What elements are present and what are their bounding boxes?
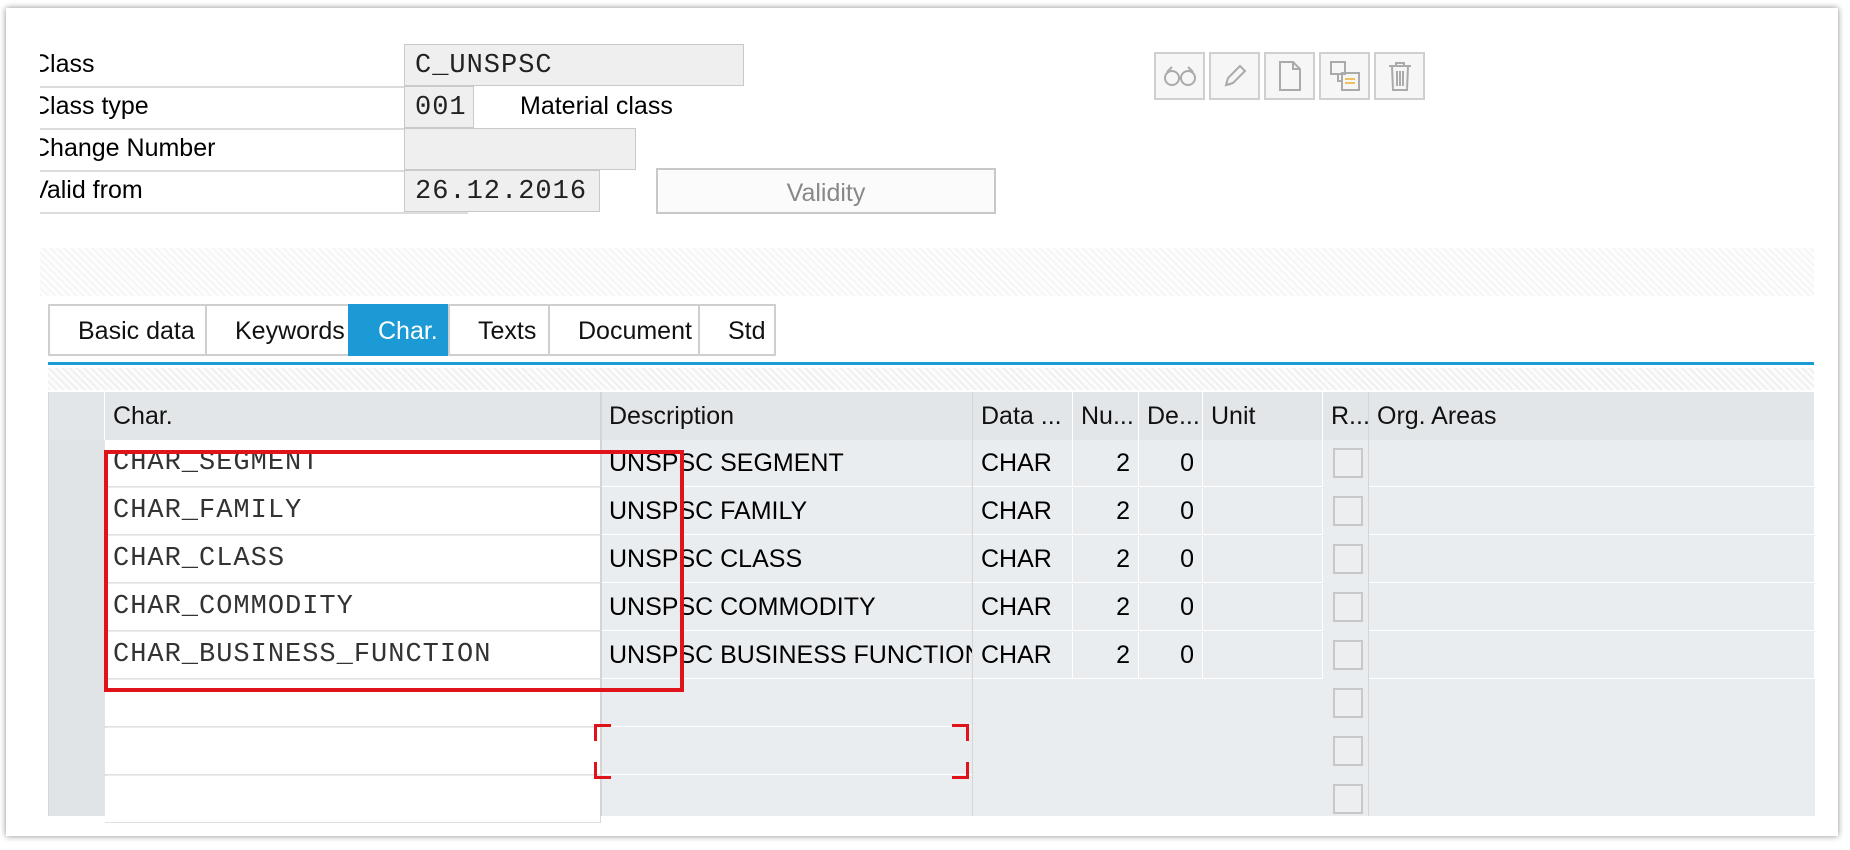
table-row-num-chars: 2 xyxy=(1073,536,1139,583)
column-header-num-chars[interactable]: Nu... xyxy=(1073,392,1139,440)
column-header-char[interactable]: Char. xyxy=(105,392,601,440)
tab-underline xyxy=(48,362,1814,365)
table-row-description: UNSPSC FAMILY xyxy=(601,488,973,535)
validity-button[interactable]: Validity xyxy=(656,168,996,214)
tab-basic-data[interactable]: Basic data xyxy=(48,304,205,356)
change-number-field[interactable] xyxy=(404,128,636,170)
column-header-restricted[interactable]: R... xyxy=(1323,392,1369,440)
column-header-description[interactable]: Description xyxy=(601,392,973,440)
table-row-description: UNSPSC BUSINESS FUNCTION xyxy=(601,632,973,679)
class-field[interactable]: C_UNSPSC xyxy=(404,44,744,86)
tab-strip: Basic data Keywords Char. Texts Document… xyxy=(48,304,776,356)
column-header-data-type[interactable]: Data ... xyxy=(973,392,1073,440)
class-type-field[interactable]: 001 xyxy=(404,86,474,128)
empty-row-description xyxy=(601,680,973,727)
table-row-num-chars: 2 xyxy=(1073,584,1139,631)
select-all-header[interactable] xyxy=(49,392,105,440)
table-row-description: UNSPSC COMMODITY xyxy=(601,584,973,631)
empty-row-description xyxy=(601,728,973,775)
header-separator xyxy=(40,248,1814,296)
restricted-checkbox[interactable] xyxy=(1333,544,1363,574)
table-row-org-areas xyxy=(1369,632,1815,679)
display-icon[interactable] xyxy=(1154,52,1205,100)
empty-row-description xyxy=(601,776,973,823)
table-row-decimals: 0 xyxy=(1139,632,1203,679)
new-document-icon[interactable] xyxy=(1264,52,1315,100)
class-type-row: Class type 001 Material class xyxy=(40,84,1140,130)
column-header-org-areas[interactable]: Org. Areas xyxy=(1369,392,1815,440)
table-row-char[interactable]: CHAR_FAMILY xyxy=(105,488,601,535)
table-row-decimals: 0 xyxy=(1139,536,1203,583)
empty-row-char-input[interactable] xyxy=(105,776,601,823)
table-row-data-type: CHAR xyxy=(973,440,1073,487)
table-row-org-areas xyxy=(1369,536,1815,583)
tab-texts[interactable]: Texts xyxy=(448,304,548,356)
column-divider xyxy=(1368,392,1369,816)
table-row-org-areas xyxy=(1369,584,1815,631)
column-divider xyxy=(600,392,602,816)
table-row-unit xyxy=(1203,536,1323,583)
row-selector-column[interactable] xyxy=(49,440,106,816)
table-row-data-type: CHAR xyxy=(973,488,1073,535)
valid-from-field[interactable]: 26.12.2016 xyxy=(404,170,600,212)
copy-icon[interactable] xyxy=(1319,52,1370,100)
focus-corner-bottom-left xyxy=(594,762,611,779)
table-row-decimals: 0 xyxy=(1139,440,1203,487)
column-header-unit[interactable]: Unit xyxy=(1203,392,1323,440)
table-row-num-chars: 2 xyxy=(1073,440,1139,487)
valid-from-row: Valid from 26.12.2016 Validity xyxy=(40,168,1140,214)
restricted-checkbox[interactable] xyxy=(1333,496,1363,526)
focus-corner-top-left xyxy=(594,724,611,741)
class-row: Class C_UNSPSC xyxy=(40,42,1140,88)
table-toolbar-area xyxy=(48,368,1814,390)
column-divider xyxy=(972,392,973,816)
restricted-checkbox[interactable] xyxy=(1333,736,1363,766)
empty-row-char-input[interactable] xyxy=(105,728,601,775)
table-row-unit xyxy=(1203,584,1323,631)
tab-document[interactable]: Document xyxy=(548,304,698,356)
edit-pencil-icon[interactable] xyxy=(1209,52,1260,100)
table-row-org-areas xyxy=(1369,488,1815,535)
table-row-data-type: CHAR xyxy=(973,584,1073,631)
empty-row-char-input[interactable] xyxy=(105,680,601,727)
class-toolbar xyxy=(1154,52,1429,100)
tab-std[interactable]: Std xyxy=(698,304,776,356)
class-maintenance-window: Class C_UNSPSC Class type 001 Material c… xyxy=(6,8,1838,836)
table-row-org-areas xyxy=(1369,440,1815,487)
table-row-unit xyxy=(1203,488,1323,535)
focus-corner-top-right xyxy=(952,724,969,741)
table-row-char[interactable]: CHAR_CLASS xyxy=(105,536,601,583)
table-row-data-type: CHAR xyxy=(973,536,1073,583)
table-row-unit xyxy=(1203,440,1323,487)
table-row-char[interactable]: CHAR_BUSINESS_FUNCTION xyxy=(105,632,601,679)
delete-trash-icon[interactable] xyxy=(1374,52,1425,100)
table-row-char[interactable]: CHAR_SEGMENT xyxy=(105,440,601,487)
tab-char[interactable]: Char. xyxy=(348,304,448,356)
restricted-checkbox[interactable] xyxy=(1333,592,1363,622)
focus-corner-bottom-right xyxy=(952,762,969,779)
table-row-data-type: CHAR xyxy=(973,632,1073,679)
column-header-decimals[interactable]: De... xyxy=(1139,392,1203,440)
change-number-row: Change Number xyxy=(40,126,1140,172)
class-type-description: Material class xyxy=(520,92,673,120)
table-row-description: UNSPSC CLASS xyxy=(601,536,973,583)
table-row-decimals: 0 xyxy=(1139,488,1203,535)
characteristics-table: Char. Description Data ... Nu... De... U… xyxy=(48,392,1815,823)
table-row-unit xyxy=(1203,632,1323,679)
table-row-decimals: 0 xyxy=(1139,584,1203,631)
table-row-num-chars: 2 xyxy=(1073,632,1139,679)
table-row-description: UNSPSC SEGMENT xyxy=(601,440,973,487)
table-row-num-chars: 2 xyxy=(1073,488,1139,535)
restricted-checkbox[interactable] xyxy=(1333,688,1363,718)
restricted-checkbox[interactable] xyxy=(1333,784,1363,814)
restricted-checkbox[interactable] xyxy=(1333,448,1363,478)
table-row-char[interactable]: CHAR_COMMODITY xyxy=(105,584,601,631)
tab-keywords[interactable]: Keywords xyxy=(205,304,348,356)
restricted-checkbox[interactable] xyxy=(1333,640,1363,670)
